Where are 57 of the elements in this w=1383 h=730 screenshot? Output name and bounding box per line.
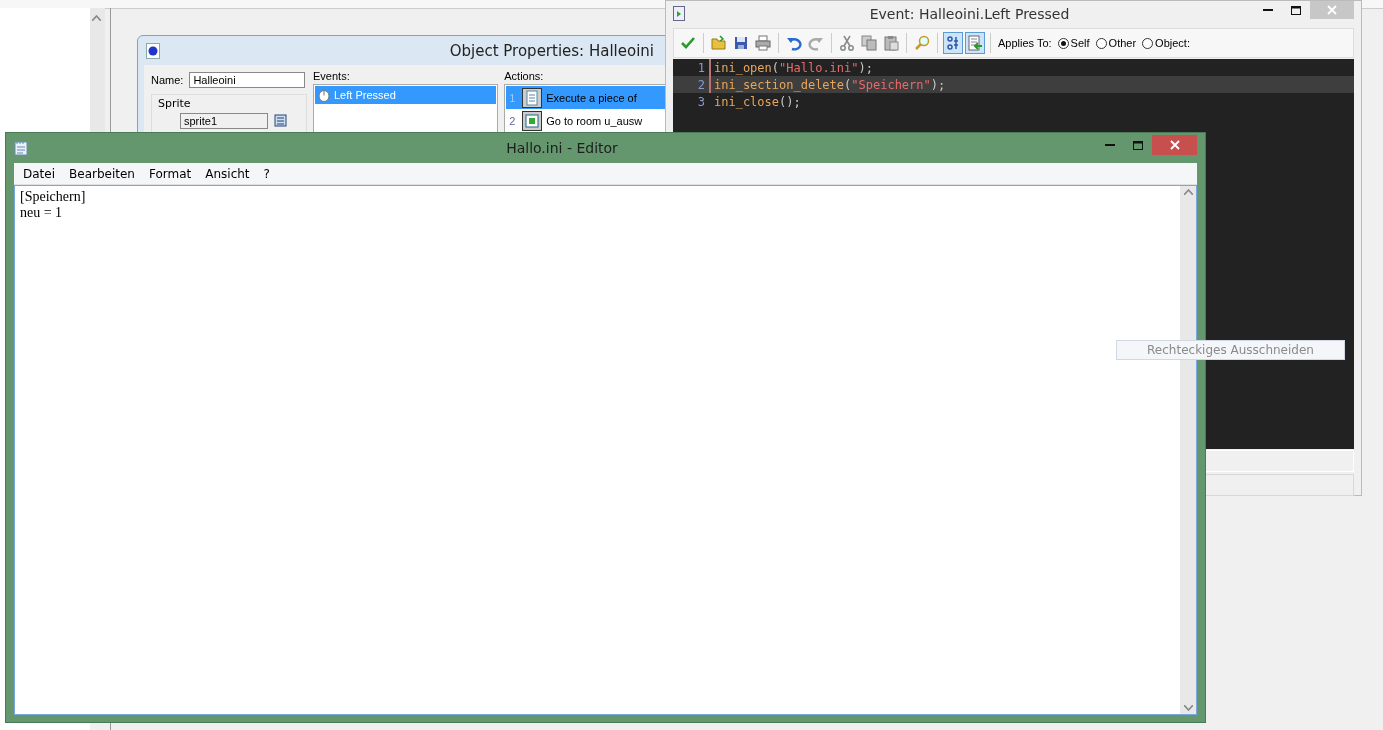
undo-icon[interactable] [786, 35, 802, 51]
scissors-icon[interactable] [839, 35, 855, 51]
sprite-field[interactable]: sprite1 [180, 113, 268, 129]
menu-item[interactable]: ? [256, 164, 277, 183]
script-icon [673, 6, 685, 21]
group-label: Sprite [158, 97, 192, 110]
events-label: Events: [313, 70, 351, 82]
close-icon [1327, 5, 1337, 15]
actions-label: Actions: [504, 70, 545, 82]
menu-item[interactable]: Bearbeiten [62, 164, 142, 183]
window-title: Object Properties: Halleoini [449, 41, 654, 60]
radio-button[interactable]: Self [1057, 37, 1090, 49]
action-item[interactable]: 1 Execute a piece of [506, 86, 668, 109]
name-field[interactable]: Halleoini [189, 72, 306, 88]
text-line: neu = 1 [20, 205, 64, 221]
document-icon [522, 87, 543, 108]
checkmark-icon[interactable] [680, 35, 696, 51]
toggle-button[interactable] [965, 32, 985, 54]
toggle-button[interactable] [943, 32, 963, 54]
scroll-down-icon[interactable] [1183, 705, 1193, 711]
close-button[interactable] [1310, 1, 1354, 19]
radio-button[interactable]: Other [1095, 37, 1137, 49]
line-number: 2 [696, 77, 706, 92]
redo-icon[interactable] [808, 35, 824, 51]
menu-item[interactable]: Ansicht [198, 164, 257, 183]
printer-icon[interactable] [755, 35, 771, 51]
list-icon[interactable] [274, 114, 288, 128]
clipboard-icon[interactable] [883, 35, 899, 51]
name-label: Name: [151, 74, 184, 86]
room-icon [522, 110, 543, 131]
code-line: ini_open("Hallo.ini"); [714, 60, 873, 75]
radio-button[interactable]: Object: [1142, 37, 1190, 49]
maximize-icon[interactable] [1133, 140, 1143, 150]
window-title: Event: Halleoini.Left Pressed [868, 5, 1071, 22]
tooltip: Rechteckiges Ausschneiden [1116, 340, 1345, 360]
maximize-icon[interactable] [1291, 5, 1301, 15]
scrollbar[interactable] [90, 8, 105, 132]
close-icon [1169, 140, 1180, 150]
window-title: Hallo.ini - Editor [505, 139, 619, 156]
code-line: ini_close(); [714, 94, 801, 109]
line-number: 1 [696, 60, 706, 75]
menu-item[interactable]: Format [141, 164, 199, 183]
folder-icon[interactable] [711, 35, 727, 51]
close-button[interactable] [1152, 135, 1197, 155]
magnifier-icon[interactable] [914, 35, 930, 51]
scroll-up-icon[interactable] [1183, 189, 1193, 195]
copy-icon[interactable] [861, 35, 877, 51]
tree-icon [945, 35, 961, 51]
applies-to-label: Applies To: [998, 37, 1052, 49]
notepad-icon [14, 140, 28, 156]
menu-item[interactable]: Datei [16, 164, 62, 183]
code-line: ini_section_delete("Speichern"); [714, 77, 946, 92]
text-line: [Speichern] [20, 189, 87, 205]
action-item[interactable]: 2 Go to room u_ausw [506, 109, 668, 132]
line-number: 3 [696, 94, 706, 109]
scroll-up-icon[interactable] [92, 15, 101, 21]
mouse-icon [318, 88, 330, 102]
